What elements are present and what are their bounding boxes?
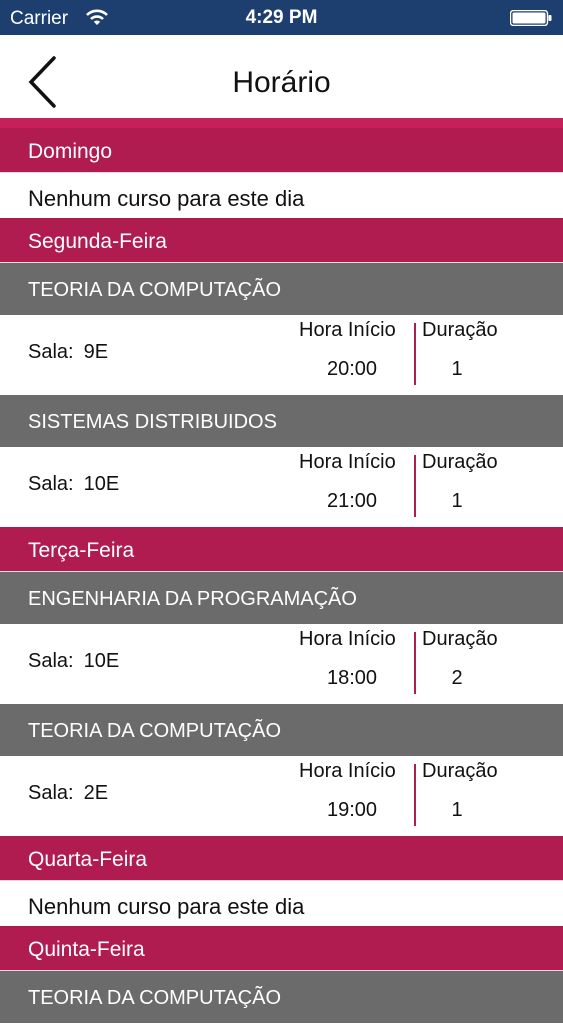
course-title[interactable]: TEORIA DA COMPUTAÇÃO [0,971,563,1023]
course-title[interactable]: TEORIA DA COMPUTAÇÃO [0,704,563,756]
course-details[interactable]: Sala: 10E Hora Início 21:00 Duração 1 [0,447,563,527]
room-info: Sala: 10E [28,473,119,496]
no-course-message: Nenhum curso para este dia [0,173,563,218]
course-title[interactable]: SISTEMAS DISTRIBUIDOS [0,395,563,447]
nav-accent-bar [0,118,563,128]
start-time-value: 21:00 [326,490,378,512]
column-divider [414,632,416,694]
room-label: Sala: [28,473,74,495]
battery-icon [510,10,552,26]
course-title[interactable]: TEORIA DA COMPUTAÇÃO [0,263,563,315]
room-info: Sala: 9E [28,341,108,364]
day-header-domingo: Domingo [0,128,563,173]
start-time-label: Hora Início [299,319,396,341]
room-value: 10E [83,473,120,495]
day-header-quinta: Quinta-Feira [0,926,563,971]
schedule-list[interactable]: Domingo Nenhum curso para este dia Segun… [0,128,563,1023]
day-header-quarta: Quarta-Feira [0,836,563,881]
room-value: 2E [83,782,109,804]
room-label: Sala: [28,341,74,363]
no-course-message: Nenhum curso para este dia [0,881,563,926]
room-value: 10E [83,650,120,672]
duration-label: Duração [422,760,498,782]
duration-label: Duração [422,319,498,341]
start-time-value: 19:00 [326,799,378,821]
course-details[interactable]: Sala: 10E Hora Início 18:00 Duração 2 [0,624,563,704]
room-info: Sala: 10E [28,650,119,673]
duration-label: Duração [422,451,498,473]
column-divider [414,323,416,385]
room-value: 9E [83,341,109,363]
start-time-value: 18:00 [326,667,378,689]
start-time-label: Hora Início [299,451,396,473]
page-title: Horário [232,66,331,99]
day-header-segunda: Segunda-Feira [0,218,563,263]
start-time-label: Hora Início [299,628,396,650]
course-details[interactable]: Sala: 9E Hora Início 20:00 Duração 1 [0,315,563,395]
column-divider [414,764,416,826]
navigation-bar: Horário [0,35,563,118]
start-time-value: 20:00 [326,358,378,380]
duration-value: 1 [451,358,463,380]
start-time-label: Hora Início [299,760,396,782]
room-info: Sala: 2E [28,782,108,805]
course-title[interactable]: ENGENHARIA DA PROGRAMAÇÃO [0,572,563,624]
column-divider [414,455,416,517]
duration-value: 2 [451,667,463,689]
course-details[interactable]: Sala: 2E Hora Início 19:00 Duração 1 [0,756,563,836]
duration-value: 1 [451,490,463,512]
day-header-terca: Terça-Feira [0,527,563,572]
room-label: Sala: [28,650,74,672]
duration-label: Duração [422,628,498,650]
duration-value: 1 [451,799,463,821]
status-time: 4:29 PM [245,7,318,28]
room-label: Sala: [28,782,74,804]
status-bar: Carrier 4:29 PM [0,0,563,35]
